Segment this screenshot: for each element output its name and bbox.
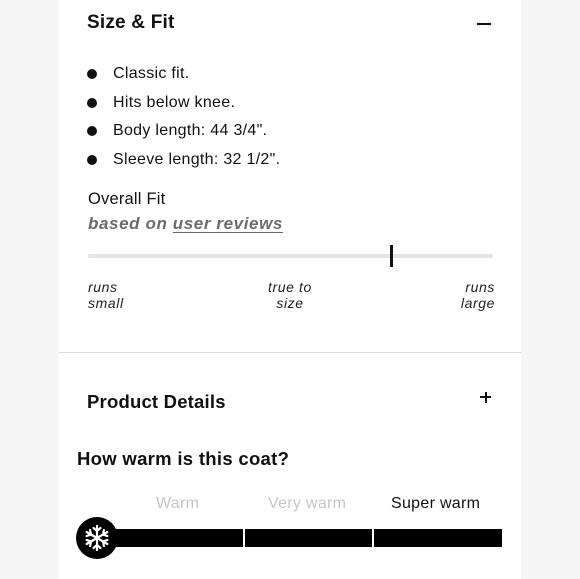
runs-small-line1: runs	[88, 279, 118, 295]
bullet-text: Classic fit.	[113, 65, 190, 82]
bullet-dot-icon	[87, 154, 97, 165]
bullet-dot-icon	[87, 69, 97, 79]
product-details-title[interactable]: Product Details	[87, 391, 226, 413]
runs-large-label: runs large	[433, 279, 495, 311]
runs-large-line2: large	[460, 295, 495, 311]
warmth-level-super-warm: Super warm	[391, 495, 481, 512]
true-to-size-label: true to size	[240, 279, 340, 311]
overall-fit-label: Overall Fit	[88, 190, 166, 208]
warmth-question: How warm is this coat?	[77, 448, 290, 469]
bullet-dot-icon	[87, 97, 97, 108]
bullet-item: Body length: 44 3/4".	[86, 117, 280, 146]
user-reviews-link[interactable]: user reviews	[173, 214, 283, 233]
runs-small-label: runs small	[88, 279, 124, 311]
warmth-level-warm: Warm	[156, 495, 200, 512]
bullet-item: Hits below knee.	[86, 89, 280, 118]
runs-small-line2: small	[88, 295, 124, 311]
fit-indicator-marker	[390, 245, 394, 267]
bullet-dot-icon	[87, 126, 97, 136]
bullet-item: Classic fit.	[86, 60, 280, 89]
warmth-bar-separator	[372, 529, 374, 547]
runs-large-line1: runs	[465, 279, 495, 295]
snowflake-icon	[76, 517, 118, 559]
size-fit-bullet-list: Classic fit. Hits below knee. Body lengt…	[86, 60, 280, 174]
collapse-minus-icon[interactable]	[477, 23, 491, 25]
based-on-prefix: based on	[88, 214, 168, 233]
bullet-text: Hits below knee.	[113, 93, 236, 111]
size-fit-title: Size & Fit	[87, 12, 175, 33]
bullet-text: Sleeve length: 32 1/2".	[113, 150, 281, 168]
warmth-level-very-warm: Very warm	[268, 495, 347, 512]
snowflake-glyph	[85, 524, 109, 552]
true-to-size-line2: size	[276, 295, 304, 311]
bullet-text: Body length: 44 3/4".	[113, 122, 268, 139]
warmth-bar	[100, 529, 502, 547]
true-to-size-line1: true to	[268, 279, 312, 295]
page: Size & Fit Classic fit. Hits below knee.…	[0, 0, 580, 579]
warmth-bar-separator	[243, 529, 245, 547]
section-divider	[59, 352, 521, 353]
expand-plus-icon[interactable]	[477, 389, 493, 405]
bullet-item: Sleeve length: 32 1/2".	[86, 146, 280, 175]
fit-scale-track	[88, 254, 493, 258]
based-on-reviews: based on user reviews	[88, 214, 283, 234]
